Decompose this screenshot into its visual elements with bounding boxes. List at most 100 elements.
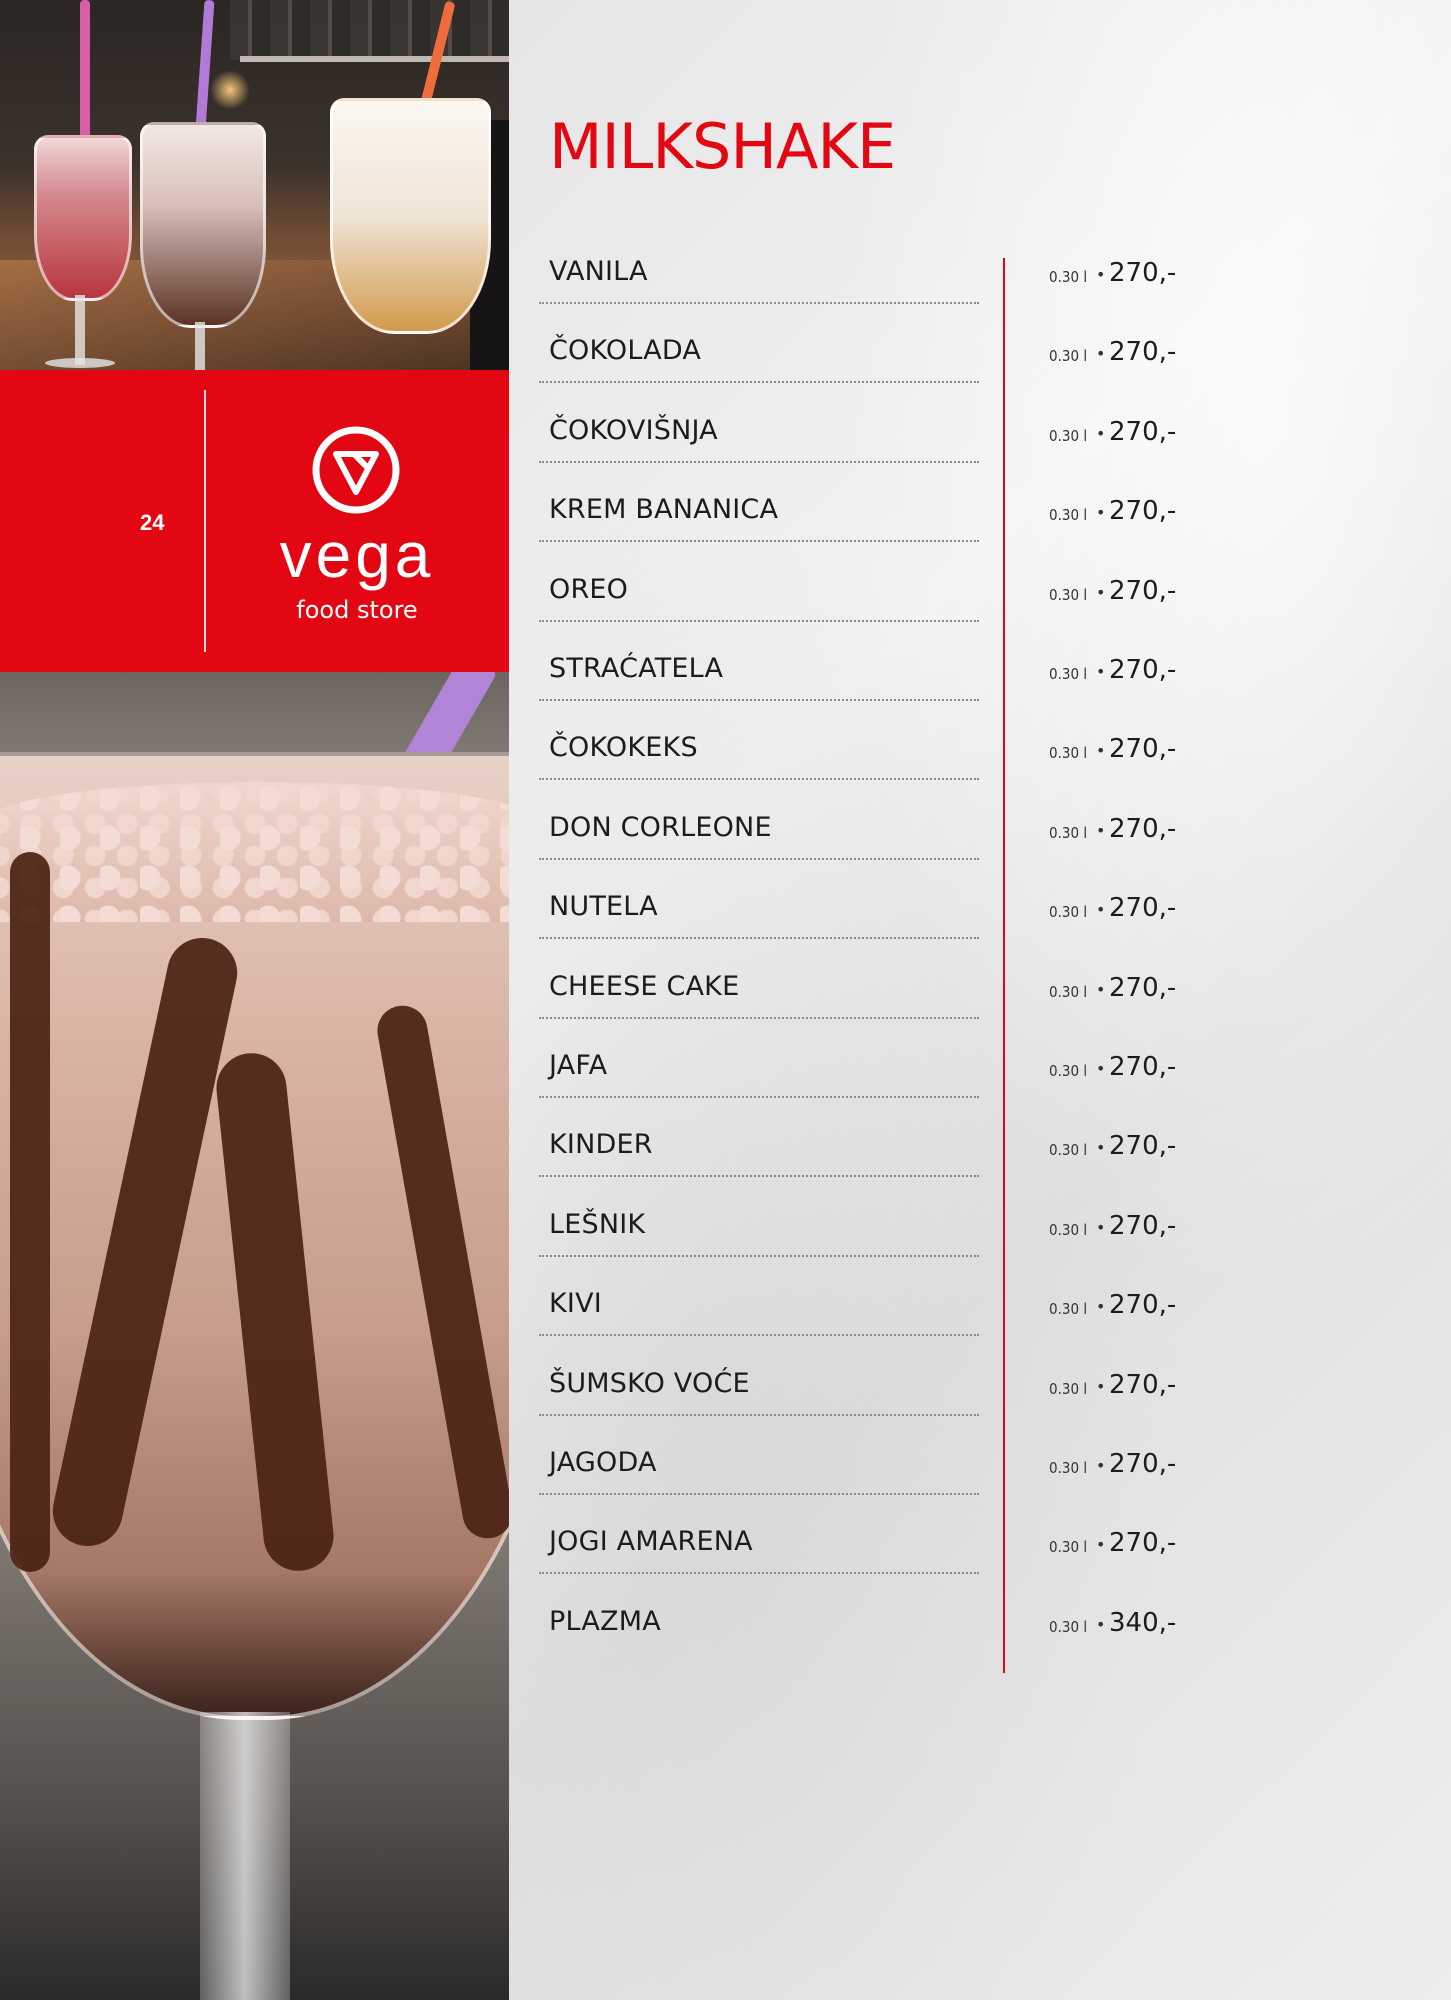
item-volume: 0.30 l: [1049, 823, 1088, 842]
item-price: 270,-: [1109, 1210, 1177, 1241]
item-volume: 0.30 l: [1049, 1300, 1088, 1319]
bullet-dot-icon: •: [1096, 265, 1106, 284]
menu-item: JAFA 0.30 l • 270,-: [539, 1044, 1391, 1124]
item-price: 270,-: [1109, 1449, 1177, 1479]
bullet-dot-icon: •: [1096, 741, 1106, 761]
menu-item: JOGI AMARENA 0.30 l • 270,-: [539, 1520, 1391, 1600]
brand-block: 24 vega food store: [0, 370, 509, 672]
item-price: 270,-: [1109, 1052, 1177, 1082]
dotted-separator: [539, 1493, 979, 1495]
item-price: 270,-: [1109, 1528, 1177, 1559]
menu-item: NUTELA 0.30 l • 270,-: [539, 885, 1391, 965]
menu-item: ČOKOLADA 0.30 l • 270,-: [539, 329, 1391, 409]
item-price: 270,-: [1109, 258, 1177, 288]
menu-item: STRAĆATELA 0.30 l • 270,-: [539, 647, 1391, 727]
item-price: 270,-: [1109, 813, 1177, 844]
item-name: STRAĆATELA: [549, 653, 724, 684]
bullet-dot-icon: •: [1096, 1614, 1106, 1634]
item-name: DON CORLEONE: [549, 811, 772, 843]
bullet-dot-icon: •: [1096, 820, 1106, 840]
menu-item: VANILA 0.30 l • 270,-: [539, 250, 1391, 330]
bullet-dot-icon: •: [1096, 503, 1106, 523]
dotted-separator: [539, 619, 979, 622]
item-volume: 0.30 l: [1049, 903, 1088, 922]
menu-item: KINDER 0.30 l • 270,-: [539, 1123, 1391, 1203]
item-price: 270,-: [1109, 734, 1177, 765]
menu-item: KREM BANANICA 0.30 l • 270,-: [539, 488, 1391, 568]
item-price: 270,-: [1109, 337, 1177, 368]
menu-title: MILKSHAKE: [549, 110, 896, 183]
dotted-separator: [539, 540, 979, 543]
brand-tagline: food store: [296, 596, 418, 624]
item-volume: 0.30 l: [1049, 1538, 1088, 1557]
bullet-dot-icon: •: [1096, 1376, 1106, 1396]
item-volume: 0.30 l: [1049, 1062, 1088, 1080]
bullet-dot-icon: •: [1096, 900, 1106, 920]
item-name: JAFA: [549, 1050, 608, 1081]
item-volume: 0.30 l: [1049, 744, 1088, 763]
bullet-dot-icon: •: [1096, 1456, 1106, 1475]
bullet-dot-icon: •: [1096, 1217, 1106, 1237]
item-price: 270,-: [1109, 655, 1177, 685]
item-price: 270,-: [1109, 972, 1177, 1003]
bullet-dot-icon: •: [1096, 1138, 1106, 1158]
menu-item: DON CORLEONE 0.30 l • 270,-: [539, 806, 1391, 886]
brand-name: vega: [279, 519, 435, 591]
vega-logo-icon: [312, 426, 400, 514]
menu-item: ŠUMSKO VOĆE 0.30 l • 270,-: [539, 1362, 1391, 1442]
dotted-separator: [539, 1334, 979, 1337]
item-price: 270,-: [1109, 1369, 1177, 1400]
menu-item: CHEESE CAKE 0.30 l • 270,-: [539, 965, 1391, 1045]
item-volume: 0.30 l: [1049, 347, 1088, 366]
item-name: ČOKOLADA: [549, 335, 702, 367]
item-price: 270,-: [1109, 1131, 1177, 1162]
bullet-dot-icon: •: [1096, 979, 1106, 999]
item-volume: 0.30 l: [1049, 1220, 1088, 1239]
item-volume: 0.30 l: [1049, 1379, 1088, 1398]
item-name: VANILA: [549, 256, 648, 287]
dotted-separator: [539, 1096, 979, 1098]
item-name: OREO: [549, 573, 629, 605]
dotted-separator: [539, 302, 979, 304]
item-volume: 0.30 l: [1049, 1617, 1088, 1636]
dotted-separator: [539, 699, 979, 701]
dotted-separator: [539, 460, 979, 463]
dotted-separator: [539, 857, 979, 860]
menu-panel: MILKSHAKE VANILA 0.30 l • 270,- ČOKOLADA 0.30…: [509, 0, 1451, 2000]
item-price: 270,-: [1109, 893, 1177, 924]
left-column: 24 vega food store: [0, 0, 509, 2000]
dotted-separator: [539, 1016, 979, 1019]
bullet-dot-icon: •: [1096, 423, 1106, 443]
menu-item: ČOKOVIŠNJA 0.30 l • 270,-: [539, 409, 1391, 489]
item-volume: 0.30 l: [1049, 1141, 1088, 1160]
dotted-separator: [539, 1175, 979, 1178]
item-name: NUTELA: [549, 891, 658, 923]
menu-item: LEŠNIK 0.30 l • 270,-: [539, 1203, 1391, 1283]
bullet-dot-icon: •: [1096, 1059, 1106, 1078]
item-volume: 0.30 l: [1049, 426, 1088, 445]
bullet-dot-icon: •: [1096, 662, 1106, 681]
milkshakes-on-bar-photo: [0, 0, 509, 370]
page-number: 24: [140, 510, 165, 535]
item-volume: 0.30 l: [1049, 506, 1088, 525]
item-name: KINDER: [549, 1129, 653, 1161]
item-volume: 0.30 l: [1049, 665, 1088, 683]
bullet-dot-icon: •: [1096, 582, 1106, 602]
menu-item: OREO 0.30 l • 270,-: [539, 568, 1391, 648]
item-volume: 0.30 l: [1049, 585, 1088, 604]
item-volume: 0.30 l: [1049, 1459, 1088, 1477]
chocolate-milkshake-glass-photo: [0, 672, 509, 2000]
dotted-separator: [539, 1413, 979, 1416]
menu-item: JAGODA 0.30 l • 270,-: [539, 1441, 1391, 1521]
item-name: ČOKOVIŠNJA: [549, 414, 718, 446]
dotted-separator: [539, 381, 979, 384]
item-name: LEŠNIK: [549, 1208, 646, 1240]
bullet-dot-icon: •: [1096, 1535, 1106, 1555]
item-price: 340,-: [1109, 1607, 1177, 1638]
item-name: KREM BANANICA: [549, 494, 779, 526]
item-price: 270,-: [1109, 1290, 1177, 1321]
dotted-separator: [539, 937, 979, 940]
dotted-separator: [539, 1254, 979, 1257]
item-name: CHEESE CAKE: [549, 970, 740, 1002]
bullet-dot-icon: •: [1096, 1297, 1106, 1317]
